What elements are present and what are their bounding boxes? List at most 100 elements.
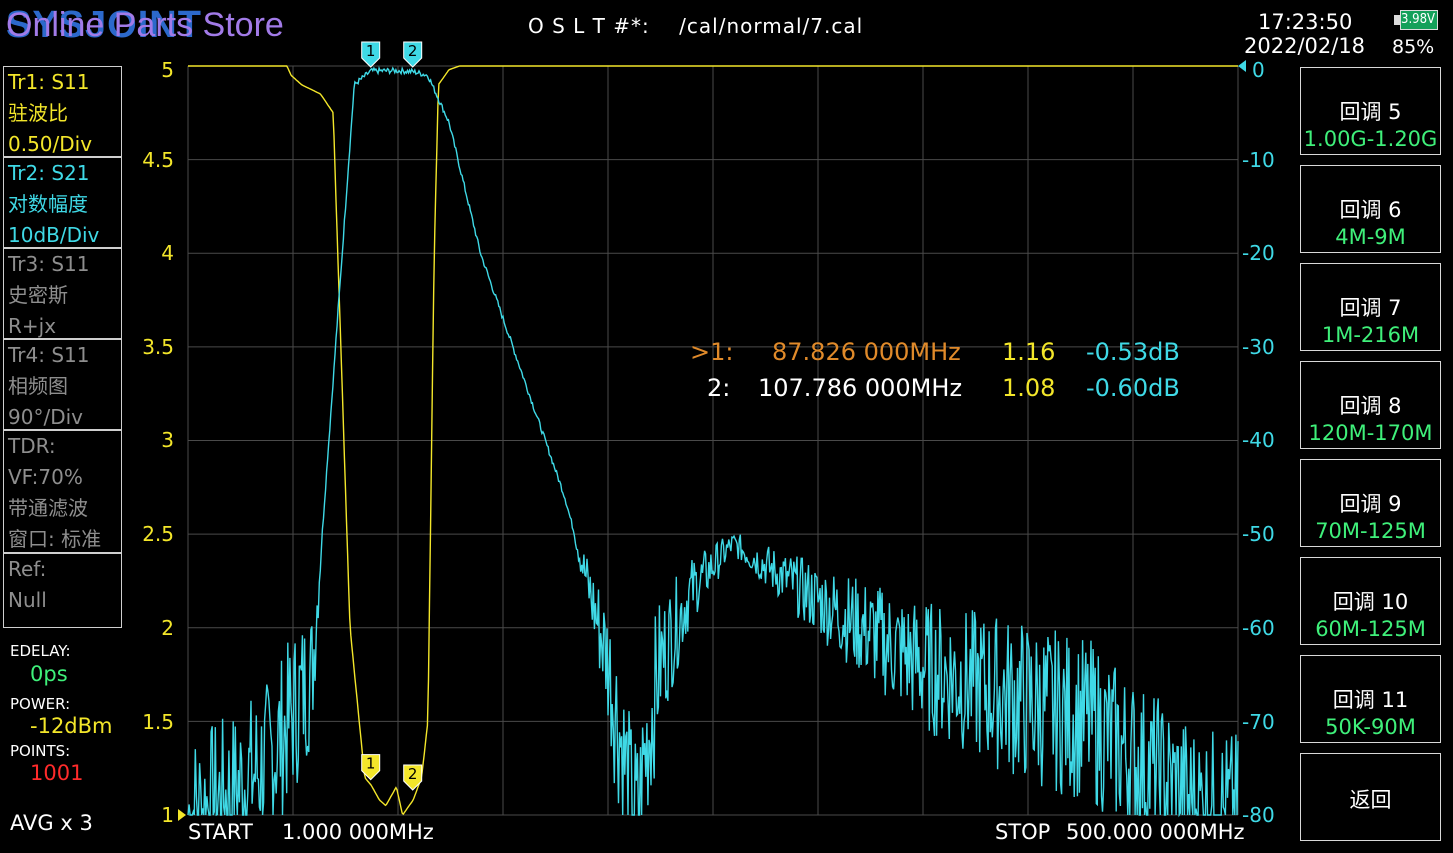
marker-1-s21-flag: 1: [361, 41, 381, 68]
trace-2-box[interactable]: Tr2: S21 对数幅度 10dB/Div: [3, 157, 122, 248]
cal-file: /cal/normal/7.cal: [679, 14, 864, 38]
marker-1-s21-flag-label: 1: [366, 42, 376, 60]
points-value[interactable]: 1001: [30, 761, 83, 785]
trace-2-scale: 10dB/Div: [8, 223, 100, 247]
y-left-tick: 1.5: [142, 710, 174, 734]
menu-recall-7-range: 1M-216M: [1321, 323, 1420, 347]
points-label: POINTS:: [10, 742, 71, 760]
tdr-label: TDR:: [8, 434, 56, 458]
y-left-tick: 3: [161, 428, 174, 452]
trace-1-format: 驻波比: [8, 101, 68, 125]
y-left-tick: 5: [161, 58, 174, 82]
marker-2-frequency: 107.786 000MHz: [758, 374, 963, 402]
store-watermark: Online Parts Store: [6, 6, 284, 44]
trace-4-line: Tr4: S11: [8, 343, 90, 367]
menu-recall-5-range: 1.00G-1.20G: [1303, 127, 1438, 151]
plot-area: 1 1 2 2: [178, 41, 1246, 821]
y-left-tick: 2: [161, 616, 174, 640]
y-right-tick: -30: [1242, 335, 1275, 359]
ref-value: Null: [8, 588, 47, 612]
menu-back[interactable]: 返回: [1300, 753, 1441, 841]
menu-recall-10-range: 60M-125M: [1315, 617, 1426, 641]
menu-recall-10[interactable]: 回调 10 60M-125M: [1300, 557, 1441, 645]
edelay-value[interactable]: 0ps: [30, 662, 68, 686]
marker-1-prefix: >1:: [690, 338, 734, 366]
trace-2-line: Tr2: S21: [8, 161, 90, 185]
trace-1-scale: 0.50/Div: [8, 132, 93, 156]
menu-recall-11-range: 50K-90M: [1325, 715, 1416, 739]
marker-2-s11-flag-label: 2: [408, 765, 418, 783]
trace-3-line: Tr3: S11: [8, 252, 90, 276]
menu-recall-7[interactable]: 回调 7 1M-216M: [1300, 263, 1441, 351]
marker-1-db: -0.53dB: [1086, 338, 1180, 366]
averaging-status: AVG x 3: [10, 811, 93, 835]
trace-2-format: 对数幅度: [8, 192, 88, 216]
cal-label: O S L T #*:: [528, 14, 650, 38]
tdr-box[interactable]: TDR: VF:70% 带通滤波 窗口: 标准: [3, 430, 122, 553]
y-left-tick: 4.5: [142, 148, 174, 172]
menu-recall-7-title: 回调 7: [1339, 296, 1402, 320]
trace-4-box[interactable]: Tr4: S11 相频图 90°/Div: [3, 339, 122, 430]
calibration-status[interactable]: O S L T #*: /cal/normal/7.cal: [528, 14, 863, 38]
marker-2-prefix: 2:: [707, 374, 731, 402]
menu-recall-9-title: 回调 9: [1339, 492, 1402, 516]
y-right-tick: 0: [1252, 58, 1265, 82]
swr-reference-arrow: [178, 809, 186, 821]
clock-time: 17:23:50: [1258, 10, 1353, 34]
ref-label: Ref:: [8, 557, 47, 581]
y-left-tick: 2.5: [142, 522, 174, 546]
trace-4-format: 相频图: [8, 374, 68, 398]
y-right-tick: -50: [1242, 522, 1275, 546]
menu-recall-6-range: 4M-9M: [1335, 225, 1406, 249]
power-label: POWER:: [10, 695, 71, 713]
menu-recall-10-title: 回调 10: [1332, 590, 1409, 614]
y-right-tick: -40: [1242, 428, 1275, 452]
trace-1-box[interactable]: Tr1: S11 驻波比 0.50/Div: [3, 66, 122, 157]
stop-frequency[interactable]: 500.000 000MHz: [1066, 820, 1245, 844]
marker-2-s21-flag-label: 2: [408, 42, 418, 60]
marker-1-frequency: 87.826 000MHz: [772, 338, 961, 366]
menu-recall-8-range: 120M-170M: [1308, 421, 1433, 445]
tdr-vf: VF:70%: [8, 465, 83, 489]
trace-3-scale: R+jx: [8, 314, 57, 338]
start-frequency[interactable]: 1.000 000MHz: [282, 820, 434, 844]
menu-recall-11-title: 回调 11: [1332, 688, 1409, 712]
edelay-label: EDELAY:: [10, 642, 71, 660]
y-right-tick: -20: [1242, 241, 1275, 265]
trace-4-scale: 90°/Div: [8, 405, 83, 429]
menu-recall-6[interactable]: 回调 6 4M-9M: [1300, 165, 1441, 253]
menu-recall-8-title: 回调 8: [1339, 394, 1402, 418]
clock-date: 2022/02/18: [1244, 34, 1366, 58]
ref-box[interactable]: Ref: Null: [3, 553, 122, 628]
db-reference-arrow: [1238, 60, 1246, 72]
y-left-tick: 4: [161, 241, 174, 265]
stop-label: STOP: [995, 820, 1051, 844]
battery-percent: 85%: [1392, 36, 1435, 58]
battery-voltage: 3.98V: [1401, 12, 1436, 27]
y-left-tick: 1: [161, 803, 174, 827]
menu-recall-8[interactable]: 回调 8 120M-170M: [1300, 361, 1441, 449]
trace-3-box[interactable]: Tr3: S11 史密斯 R+jx: [3, 248, 122, 339]
marker-1-s11-flag-label: 1: [366, 755, 376, 773]
menu-recall-9-range: 70M-125M: [1315, 519, 1426, 543]
y-right-tick: -60: [1242, 616, 1275, 640]
power-value[interactable]: -12dBm: [30, 714, 113, 738]
tdr-window: 窗口: 标准: [8, 527, 102, 551]
y-right-tick: -10: [1242, 148, 1275, 172]
trace-3-format: 史密斯: [8, 283, 68, 307]
menu-back-label: 返回: [1349, 788, 1392, 812]
start-label: START: [188, 820, 253, 844]
marker-2-swr: 1.08: [1002, 374, 1056, 402]
menu-recall-6-title: 回调 6: [1339, 198, 1402, 222]
tdr-filter: 带通滤波: [8, 496, 88, 520]
y-left-tick: 3.5: [142, 335, 174, 359]
menu-recall-5[interactable]: 回调 5 1.00G-1.20G: [1300, 67, 1441, 155]
marker-2-s21-flag: 2: [403, 41, 423, 68]
menu-recall-11[interactable]: 回调 11 50K-90M: [1300, 655, 1441, 743]
y-right-tick: -70: [1242, 710, 1275, 734]
battery-icon: 3.98V: [1392, 10, 1438, 30]
menu-recall-9[interactable]: 回调 9 70M-125M: [1300, 459, 1441, 547]
marker-2-db: -0.60dB: [1086, 374, 1180, 402]
menu-recall-5-title: 回调 5: [1339, 100, 1402, 124]
marker-1-swr: 1.16: [1002, 338, 1056, 366]
